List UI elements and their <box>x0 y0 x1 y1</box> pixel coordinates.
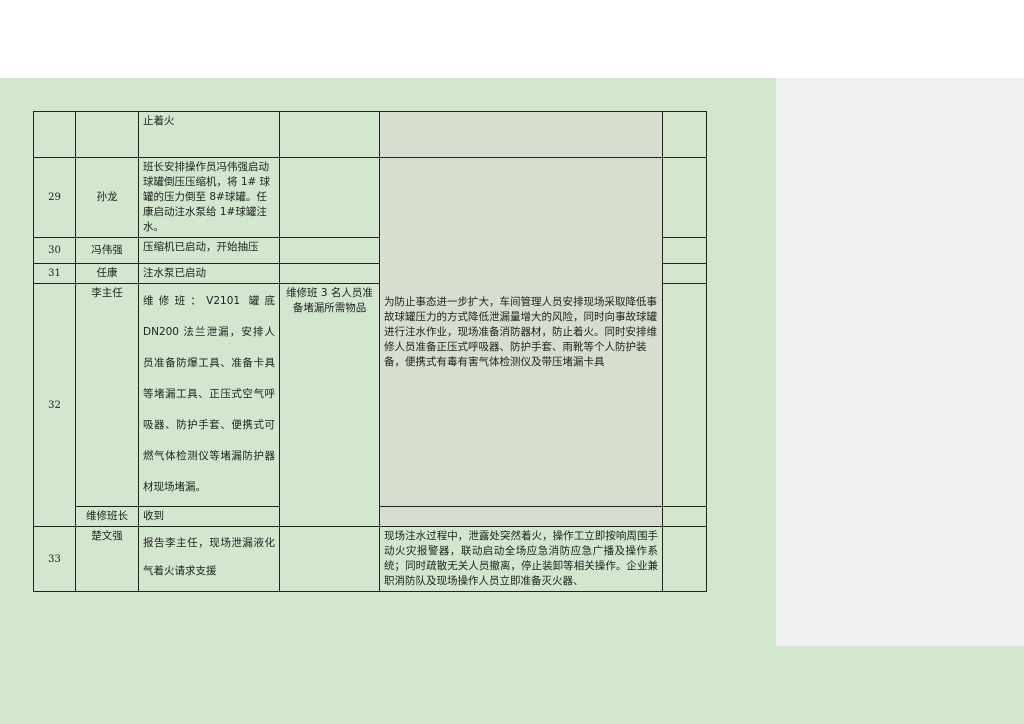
action-cell: 班长安排操作员冯伟强启动球罐倒压压缩机，将 1# 球罐的压力倒至 8#球罐。任康… <box>138 157 280 238</box>
action-cell: 报告李主任，现场泄漏液化气着火请求支援 <box>138 526 280 592</box>
row-number: 30 <box>33 237 76 264</box>
row-number: 29 <box>33 157 76 238</box>
table-row: 29 孙龙 班长安排操作员冯伟强启动球罐倒压压缩机，将 1# 球罐的压力倒至 8… <box>33 157 707 507</box>
person-cell: 维修班长 <box>75 506 139 527</box>
action-cell: 止着火 <box>138 111 280 158</box>
description-cell: 现场注水过程中，泄露处突然着火，操作工立即按响周围手动火灾报警器，联动启动全场应… <box>379 526 663 592</box>
action-cell: 压缩机已启动，开始抽压 <box>138 237 280 264</box>
action-cell: 注水泵已启动 <box>138 263 280 284</box>
page-number: 7 <box>396 576 401 584</box>
drill-script-table: 止着火 29 孙龙 班长安排操作员冯伟强启动球罐倒压压缩机，将 1# 球罐的压力… <box>33 111 707 592</box>
person-cell: 任康 <box>75 263 139 284</box>
row-number: 32 <box>33 283 76 527</box>
row-number: 33 <box>33 526 76 592</box>
person-cell: 冯伟强 <box>75 237 139 264</box>
person-cell: 孙龙 <box>75 157 139 238</box>
action-cell: 收到 <box>138 506 280 527</box>
row-number: 31 <box>33 263 76 284</box>
table-row: 止着火 <box>33 111 707 158</box>
person-cell: 李主任 <box>75 283 139 507</box>
action-cell-2: 维修班 3 名人员准备堵漏所需物品 <box>279 283 380 527</box>
side-panel <box>776 78 1024 646</box>
person-cell: 楚文强 <box>75 526 139 592</box>
table-row: 33 楚文强 报告李主任，现场泄漏液化气着火请求支援 现场注水过程中，泄露处突然… <box>33 526 707 592</box>
description-cell: 为防止事态进一步扩大，车间管理人员安排现场采取降低事故球罐压力的方式降低泄漏量增… <box>379 157 663 507</box>
action-cell: 维修班：V2101 罐底DN200 法兰泄漏，安排人员准备防爆工具、准备卡具等堵… <box>138 283 280 507</box>
